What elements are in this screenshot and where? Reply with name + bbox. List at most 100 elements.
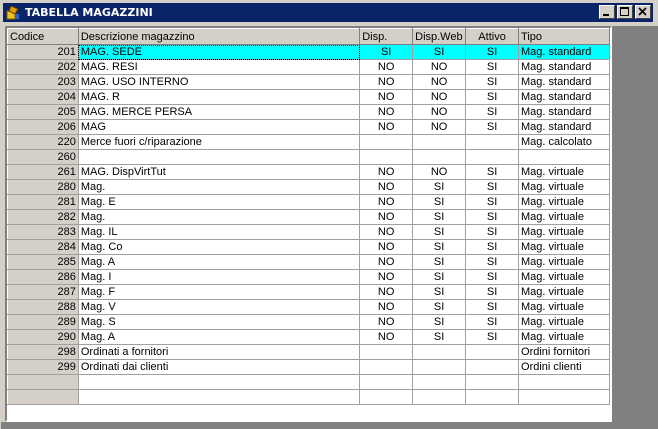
row-disp-web[interactable]: SI: [412, 239, 467, 255]
table-row[interactable]: 206 MAG NO NO SI Mag. standard: [7, 119, 610, 135]
table-row[interactable]: 203 MAG. USO INTERNO NO NO SI Mag. standard: [7, 74, 610, 90]
row-tipo[interactable]: Mag. virtuale: [518, 299, 610, 315]
row-code[interactable]: 220: [7, 134, 79, 150]
row-code[interactable]: 261: [7, 164, 79, 180]
row-description[interactable]: MAG. SEDE: [78, 44, 361, 60]
row-code[interactable]: 282: [7, 209, 79, 225]
empty-cell[interactable]: [7, 389, 79, 405]
row-disp[interactable]: [359, 149, 414, 165]
row-attivo[interactable]: SI: [465, 284, 520, 300]
table-row[interactable]: 260: [7, 149, 610, 165]
row-disp[interactable]: NO: [359, 329, 414, 345]
row-description[interactable]: MAG. RESI: [78, 59, 361, 75]
row-attivo[interactable]: SI: [465, 299, 520, 315]
row-code[interactable]: 280: [7, 179, 79, 195]
row-disp-web[interactable]: SI: [412, 314, 467, 330]
table-row[interactable]: 280 Mag. NO SI SI Mag. virtuale: [7, 179, 610, 195]
row-attivo[interactable]: SI: [465, 164, 520, 180]
row-tipo[interactable]: Mag. standard: [518, 74, 610, 90]
row-disp-web[interactable]: [412, 359, 467, 375]
row-attivo[interactable]: SI: [465, 269, 520, 285]
col-header-tipo[interactable]: Tipo: [518, 28, 610, 45]
row-attivo[interactable]: SI: [465, 209, 520, 225]
row-attivo[interactable]: SI: [465, 59, 520, 75]
table-row[interactable]: 261 MAG. DispVirtTut NO NO SI Mag. virtuale: [7, 164, 610, 180]
row-disp-web[interactable]: SI: [412, 209, 467, 225]
row-attivo[interactable]: [465, 134, 520, 150]
title-bar[interactable]: TABELLA MAGAZZINI: [3, 3, 653, 22]
table-row[interactable]: 284 Mag. Co NO SI SI Mag. virtuale: [7, 239, 610, 255]
empty-cell[interactable]: [412, 374, 467, 390]
row-disp-web[interactable]: SI: [412, 329, 467, 345]
row-disp[interactable]: NO: [359, 314, 414, 330]
row-description[interactable]: Mag. F: [78, 284, 361, 300]
row-description[interactable]: MAG. MERCE PERSA: [78, 104, 361, 120]
row-description[interactable]: Mag. A: [78, 329, 361, 345]
row-disp-web[interactable]: NO: [412, 74, 467, 90]
row-tipo[interactable]: Mag. virtuale: [518, 239, 610, 255]
empty-cell[interactable]: [518, 389, 610, 405]
row-disp[interactable]: NO: [359, 74, 414, 90]
row-tipo[interactable]: Mag. virtuale: [518, 284, 610, 300]
row-attivo[interactable]: [465, 344, 520, 360]
row-disp-web[interactable]: SI: [412, 284, 467, 300]
row-disp[interactable]: NO: [359, 254, 414, 270]
row-attivo[interactable]: SI: [465, 89, 520, 105]
empty-cell[interactable]: [465, 389, 520, 405]
row-disp-web[interactable]: NO: [412, 164, 467, 180]
row-disp-web[interactable]: [412, 149, 467, 165]
row-code[interactable]: 299: [7, 359, 79, 375]
row-code[interactable]: 260: [7, 149, 79, 165]
row-description[interactable]: [78, 149, 361, 165]
row-disp[interactable]: NO: [359, 284, 414, 300]
row-disp[interactable]: [359, 134, 414, 150]
row-attivo[interactable]: SI: [465, 74, 520, 90]
row-attivo[interactable]: SI: [465, 179, 520, 195]
table-row[interactable]: 290 Mag. A NO SI SI Mag. virtuale: [7, 329, 610, 345]
maximize-button[interactable]: [617, 5, 633, 19]
row-disp-web[interactable]: SI: [412, 299, 467, 315]
row-attivo[interactable]: SI: [465, 119, 520, 135]
row-description[interactable]: MAG. DispVirtTut: [78, 164, 361, 180]
row-description[interactable]: Ordinati a fornitori: [78, 344, 361, 360]
row-disp[interactable]: NO: [359, 299, 414, 315]
row-description[interactable]: MAG. USO INTERNO: [78, 74, 361, 90]
row-disp[interactable]: [359, 359, 414, 375]
row-code[interactable]: 205: [7, 104, 79, 120]
row-description[interactable]: MAG: [78, 119, 361, 135]
row-tipo[interactable]: Mag. virtuale: [518, 194, 610, 210]
row-tipo[interactable]: Mag. standard: [518, 119, 610, 135]
table-row[interactable]: 201 MAG. SEDE SI SI SI Mag. standard: [7, 44, 610, 60]
row-disp-web[interactable]: [412, 134, 467, 150]
row-attivo[interactable]: [465, 359, 520, 375]
row-attivo[interactable]: SI: [465, 254, 520, 270]
row-description[interactable]: Mag. E: [78, 194, 361, 210]
empty-cell[interactable]: [7, 374, 79, 390]
row-tipo[interactable]: Mag. standard: [518, 104, 610, 120]
row-attivo[interactable]: SI: [465, 224, 520, 240]
row-disp-web[interactable]: SI: [412, 269, 467, 285]
row-tipo[interactable]: Mag. virtuale: [518, 179, 610, 195]
row-disp[interactable]: NO: [359, 239, 414, 255]
empty-row[interactable]: [7, 374, 610, 390]
row-description[interactable]: Mag. Co: [78, 239, 361, 255]
row-disp[interactable]: NO: [359, 224, 414, 240]
empty-cell[interactable]: [412, 389, 467, 405]
row-disp-web[interactable]: SI: [412, 179, 467, 195]
row-description[interactable]: Merce fuori c/riparazione: [78, 134, 361, 150]
row-attivo[interactable]: SI: [465, 44, 520, 60]
row-disp-web[interactable]: SI: [412, 254, 467, 270]
row-disp[interactable]: NO: [359, 194, 414, 210]
row-code[interactable]: 298: [7, 344, 79, 360]
table-row[interactable]: 287 Mag. F NO SI SI Mag. virtuale: [7, 284, 610, 300]
row-disp[interactable]: NO: [359, 164, 414, 180]
row-description[interactable]: Mag. V: [78, 299, 361, 315]
row-code[interactable]: 287: [7, 284, 79, 300]
row-attivo[interactable]: SI: [465, 104, 520, 120]
table-row[interactable]: 205 MAG. MERCE PERSA NO NO SI Mag. standard: [7, 104, 610, 120]
table-row[interactable]: 299 Ordinati dai clienti Ordini clienti: [7, 359, 610, 375]
row-disp[interactable]: NO: [359, 119, 414, 135]
row-attivo[interactable]: SI: [465, 314, 520, 330]
col-header-attivo[interactable]: Attivo: [465, 28, 520, 45]
row-code[interactable]: 201: [7, 44, 79, 60]
